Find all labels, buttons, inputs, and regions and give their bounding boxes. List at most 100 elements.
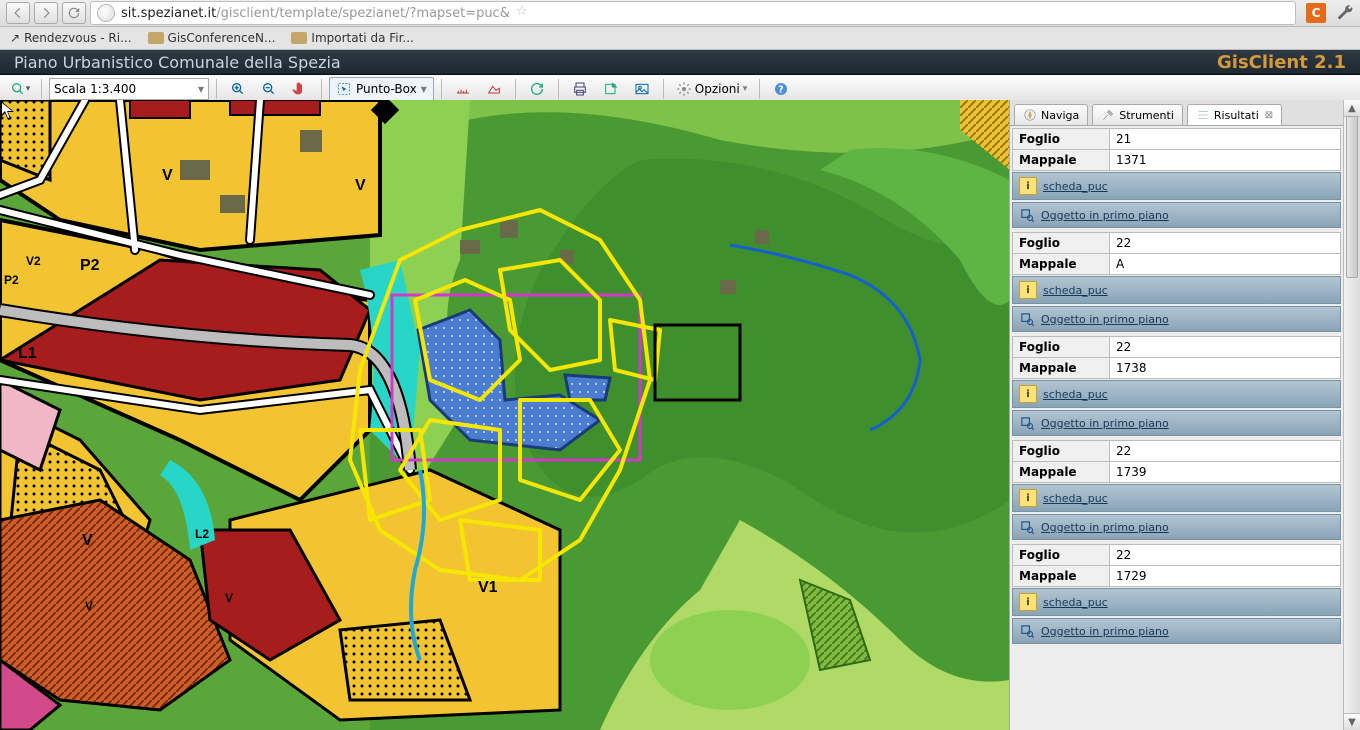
action-primo-piano[interactable]: Oggetto in primo piano [1012, 514, 1341, 540]
address-bar[interactable]: sit.spezianet.it/gisclient/template/spez… [90, 1, 1296, 25]
bookmark-item[interactable]: ↗Rendezvous - Ri... [10, 31, 132, 45]
list-icon [1196, 108, 1210, 122]
field-label: Mappale [1013, 462, 1110, 482]
bookmark-item[interactable]: GisConferenceN... [148, 31, 276, 45]
close-icon[interactable]: ⊠ [1265, 110, 1273, 121]
action-scheda[interactable]: i scheda_puc [1012, 380, 1341, 408]
compass-icon [1023, 108, 1037, 122]
nav-reload-button[interactable] [62, 2, 86, 24]
action-scheda[interactable]: i scheda_puc [1012, 588, 1341, 616]
wrench-icon[interactable] [1336, 4, 1354, 22]
action-primo-piano[interactable]: Oggetto in primo piano [1012, 306, 1341, 332]
result-row: Mappale1738 [1012, 357, 1341, 379]
nav-back-button[interactable] [6, 2, 30, 24]
print-button[interactable] [566, 77, 594, 101]
measure-area-button[interactable] [480, 77, 508, 101]
link-scheda-puc[interactable]: scheda_puc [1043, 284, 1108, 297]
field-value: 1729 [1110, 566, 1340, 586]
app-brand: GisClient 2.1 [1217, 52, 1346, 73]
export-image-button[interactable] [628, 77, 656, 101]
folder-icon [148, 32, 164, 44]
scroll-thumb[interactable] [1346, 116, 1358, 278]
result-row: Foglio22 [1012, 336, 1341, 358]
bookmark-bar: ↗Rendezvous - Ri... GisConferenceN... Im… [0, 27, 1360, 50]
result-row: Mappale1371 [1012, 149, 1341, 171]
results-panel: Naviga Strumenti Risultati⊠ Foglio21Mapp… [1009, 100, 1360, 730]
pan-button[interactable] [286, 77, 314, 101]
field-value: 22 [1110, 337, 1340, 357]
zoom-to-icon [1019, 415, 1035, 431]
link-primo-piano[interactable]: Oggetto in primo piano [1041, 313, 1169, 326]
scale-select[interactable]: Scala 1:3.400▾ [49, 78, 209, 100]
link-scheda-puc[interactable]: scheda_puc [1043, 388, 1108, 401]
field-label: Foglio [1013, 337, 1110, 357]
export-map-button[interactable] [597, 77, 625, 101]
scroll-up-button[interactable]: ▲ [1344, 100, 1360, 117]
field-value: 1739 [1110, 462, 1340, 482]
bookmark-star-icon[interactable]: ☆ [516, 4, 534, 22]
field-value: 1738 [1110, 358, 1340, 378]
extension-badge[interactable]: C [1306, 3, 1326, 23]
tools-icon [1101, 108, 1115, 122]
svg-text:V: V [162, 167, 173, 184]
tab-risultati[interactable]: Risultati⊠ [1187, 104, 1282, 125]
options-button[interactable]: Opzioni ▾ [671, 77, 753, 101]
field-label: Foglio [1013, 233, 1110, 253]
svg-text:V1: V1 [478, 579, 498, 596]
field-value: A [1110, 254, 1340, 274]
svg-text:P2: P2 [80, 257, 100, 274]
info-icon: i [1019, 385, 1037, 403]
measure-dist-button[interactable] [449, 77, 477, 101]
find-mode-button[interactable]: Punto-Box ▾ [329, 77, 434, 101]
chevron-down-icon: ▾ [198, 82, 204, 96]
help-button[interactable]: ? [767, 77, 795, 101]
link-scheda-puc[interactable]: scheda_puc [1043, 596, 1108, 609]
action-scheda[interactable]: ischeda_puc [1012, 484, 1341, 512]
panel-tabs: Naviga Strumenti Risultati⊠ [1010, 100, 1343, 126]
link-primo-piano[interactable]: Oggetto in primo piano [1041, 209, 1169, 222]
svg-text:V: V [85, 599, 93, 613]
action-primo-piano[interactable]: Oggetto in primo piano [1012, 618, 1341, 644]
map-canvas[interactable]: V V P2 P2 V2 L1 V V L2 V V1 [0, 100, 1009, 730]
action-scheda[interactable]: ischeda_puc [1012, 172, 1341, 200]
tab-naviga[interactable]: Naviga [1014, 104, 1088, 125]
result-row: Foglio22 [1012, 232, 1341, 254]
results-list: Foglio21Mappale1371ischeda_pucOggetto in… [1010, 126, 1343, 650]
gear-icon [676, 81, 692, 97]
info-icon: i [1019, 281, 1037, 299]
action-primo-piano[interactable]: Oggetto in primo piano [1012, 410, 1341, 436]
field-label: Mappale [1013, 566, 1110, 586]
action-scheda[interactable]: i scheda_puc [1012, 276, 1341, 304]
link-primo-piano[interactable]: Oggetto in primo piano [1041, 625, 1169, 638]
field-value: 21 [1110, 129, 1340, 149]
svg-text:P2: P2 [4, 273, 19, 287]
chevron-down-icon: ▾ [421, 82, 427, 96]
result-row: Mappale1729 [1012, 565, 1341, 587]
field-value: 22 [1110, 441, 1340, 461]
svg-text:L1: L1 [18, 345, 37, 362]
page-icon: ↗ [10, 31, 20, 45]
action-primo-piano[interactable]: Oggetto in primo piano [1012, 202, 1341, 228]
browser-chrome: sit.spezianet.it/gisclient/template/spez… [0, 0, 1360, 27]
result-row: Foglio21 [1012, 128, 1341, 150]
url-host: sit.spezianet.it [121, 6, 216, 21]
zoom-out-button[interactable] [255, 77, 283, 101]
globe-icon [97, 4, 115, 22]
tab-strumenti[interactable]: Strumenti [1092, 104, 1183, 125]
link-scheda-puc[interactable]: scheda_puc [1043, 180, 1108, 193]
link-primo-piano[interactable]: Oggetto in primo piano [1041, 417, 1169, 430]
link-scheda-puc[interactable]: scheda_puc [1043, 492, 1108, 505]
result-row: Mappale1739 [1012, 461, 1341, 483]
zoom-in-button[interactable] [224, 77, 252, 101]
zoom-extent-button[interactable]: ▾ [6, 77, 34, 101]
scroll-down-button[interactable]: ▼ [1344, 713, 1360, 730]
nav-forward-button[interactable] [34, 2, 58, 24]
bookmark-item[interactable]: Importati da Fir... [291, 31, 413, 45]
page-title: Piano Urbanistico Comunale della Spezia [14, 53, 341, 72]
scrollbar[interactable]: ▲ ▼ [1343, 100, 1360, 730]
info-icon: i [1019, 593, 1037, 611]
link-primo-piano[interactable]: Oggetto in primo piano [1041, 521, 1169, 534]
refresh-button[interactable] [523, 77, 551, 101]
result-row: Foglio22 [1012, 544, 1341, 566]
selection-icon [336, 81, 352, 97]
